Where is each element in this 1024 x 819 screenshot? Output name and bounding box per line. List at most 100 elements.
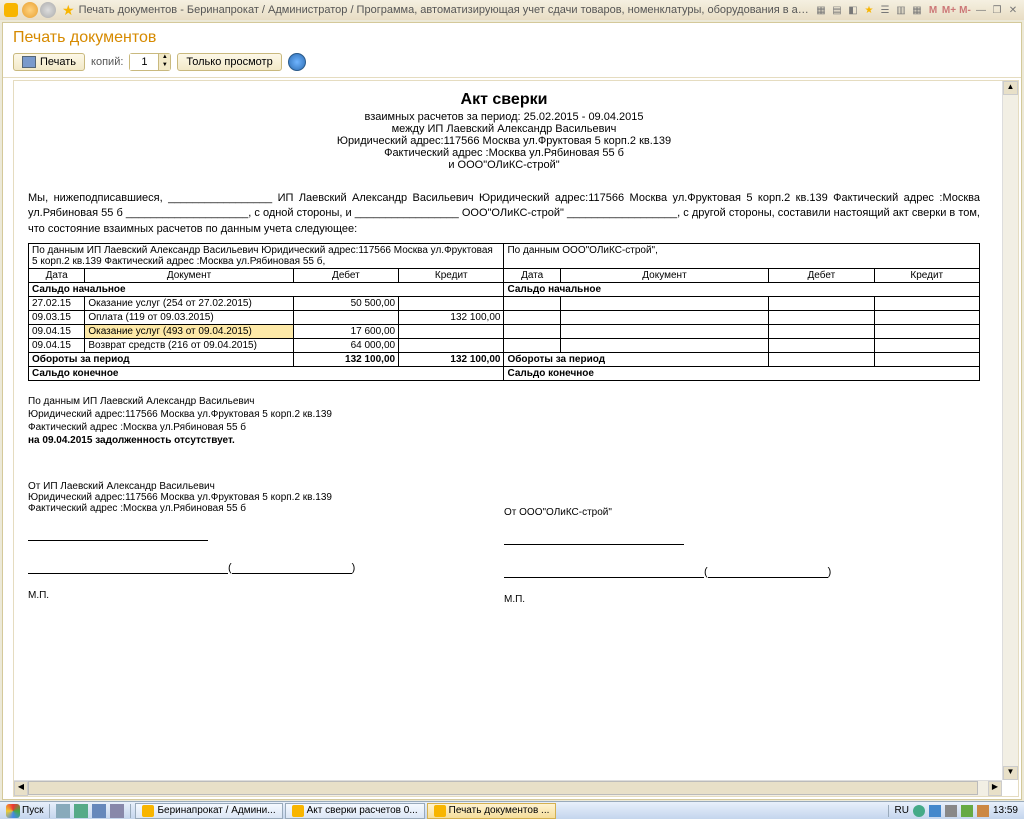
toolbar-icon[interactable]: ★ bbox=[862, 3, 876, 17]
print-button[interactable]: Печать bbox=[13, 53, 85, 71]
preamble-text: Мы, нижеподписавшиеся, _________________… bbox=[28, 191, 980, 237]
saldo-end-left: Сальдо конечное bbox=[29, 367, 504, 381]
scroll-thumb[interactable] bbox=[28, 781, 978, 795]
sig-from-right: От ООО"ОЛиКС-строй" bbox=[504, 507, 980, 518]
horizontal-scrollbar[interactable]: ◀ ▶ bbox=[14, 780, 1002, 796]
col-doc: Документ bbox=[560, 269, 768, 283]
footer-debt: на 09.04.2015 задолженность отсутствует. bbox=[28, 434, 980, 447]
document-viewport: Акт сверки взаимных расчетов за период: … bbox=[13, 80, 1019, 797]
clock[interactable]: 13:59 bbox=[993, 805, 1018, 816]
ql-icon[interactable] bbox=[110, 804, 124, 818]
col-doc: Документ bbox=[85, 269, 293, 283]
col-date: Дата bbox=[29, 269, 85, 283]
table-row[interactable]: 09.03.15Оплата (119 от 09.03.2015)132 10… bbox=[29, 311, 980, 325]
task-icon bbox=[434, 805, 446, 817]
scroll-right-button[interactable]: ▶ bbox=[988, 781, 1002, 796]
favorite-icon[interactable]: ★ bbox=[62, 2, 75, 19]
turnover-label: Обороты за период bbox=[29, 353, 294, 367]
m-button[interactable]: M bbox=[926, 3, 940, 17]
col-debit: Дебет bbox=[293, 269, 398, 283]
taskbar-tasks: Беринапрокат / Админи...Акт сверки расче… bbox=[131, 803, 887, 819]
toolbar-icon[interactable]: ◧ bbox=[846, 3, 860, 17]
scroll-left-button[interactable]: ◀ bbox=[14, 781, 28, 796]
saldo-start-right: Сальдо начальное bbox=[504, 283, 980, 297]
language-indicator[interactable]: RU bbox=[895, 805, 909, 816]
windows-icon bbox=[6, 804, 20, 818]
ql-icon[interactable] bbox=[74, 804, 88, 818]
stamp-label: М.П. bbox=[28, 590, 504, 601]
saldo-end-right: Сальдо конечное bbox=[504, 367, 980, 381]
col-debit: Дебет bbox=[769, 269, 874, 283]
col-credit: Кредит bbox=[399, 269, 504, 283]
doc-line: Фактический адрес :Москва ул.Рябиновая 5… bbox=[28, 147, 980, 159]
copies-label: копий: bbox=[91, 56, 123, 68]
ql-icon[interactable] bbox=[92, 804, 106, 818]
scroll-up-button[interactable]: ▲ bbox=[1003, 81, 1018, 95]
toolbar-icon[interactable]: ▤ bbox=[830, 3, 844, 17]
preview-label: Только просмотр bbox=[186, 56, 272, 68]
col-credit: Кредит bbox=[874, 269, 979, 283]
preview-only-button[interactable]: Только просмотр bbox=[177, 53, 281, 71]
table-left-header: По данным ИП Лаевский Александр Васильев… bbox=[29, 244, 504, 269]
signature-row: От ИП Лаевский Александр Васильевич Юрид… bbox=[28, 467, 980, 605]
table-row[interactable]: 09.04.15Оказание услуг (493 от 09.04.201… bbox=[29, 325, 980, 339]
maximize-button[interactable]: ❐ bbox=[990, 3, 1004, 17]
taskbar-task[interactable]: Беринапрокат / Админи... bbox=[135, 803, 282, 819]
vertical-scrollbar[interactable]: ▲ ▼ bbox=[1002, 81, 1018, 780]
spinner-down[interactable]: ▼ bbox=[158, 62, 170, 70]
footer-line: По данным ИП Лаевский Александр Васильев… bbox=[28, 395, 980, 408]
taskbar-task[interactable]: Печать документов ... bbox=[427, 803, 557, 819]
start-button[interactable]: Пуск bbox=[0, 804, 49, 818]
copies-input[interactable] bbox=[130, 54, 158, 70]
minimize-button[interactable]: — bbox=[974, 3, 988, 17]
stamp-label: М.П. bbox=[504, 594, 980, 605]
printer-icon bbox=[22, 56, 36, 68]
close-button[interactable]: ✕ bbox=[1006, 3, 1020, 17]
scroll-down-button[interactable]: ▼ bbox=[1003, 766, 1018, 780]
tray-icon[interactable] bbox=[913, 805, 925, 817]
table-right-header: По данным ООО"ОЛиКС-строй", bbox=[504, 244, 980, 269]
nav-back-button[interactable] bbox=[22, 2, 38, 18]
quick-launch bbox=[49, 804, 131, 818]
toolbar: Печать копий: ▲ ▼ Только просмотр bbox=[3, 49, 1021, 78]
footer-line: Фактический адрес :Москва ул.Рябиновая 5… bbox=[28, 421, 980, 434]
copies-spinner[interactable]: ▲ ▼ bbox=[129, 53, 171, 71]
toolbar-icon[interactable]: ▦ bbox=[910, 3, 924, 17]
signature-block: () bbox=[28, 562, 504, 574]
tray-icon[interactable] bbox=[929, 805, 941, 817]
signature-block: () bbox=[504, 566, 980, 578]
document-window: Печать документов Печать копий: ▲ ▼ Толь… bbox=[2, 22, 1022, 800]
task-icon bbox=[292, 805, 304, 817]
nav-forward-button[interactable] bbox=[40, 2, 56, 18]
window-title: Печать документов - Беринапрокат / Админ… bbox=[79, 4, 814, 16]
spinner-up[interactable]: ▲ bbox=[158, 54, 170, 62]
help-button[interactable] bbox=[288, 53, 306, 71]
doc-subtitle: взаимных расчетов за период: 25.02.2015 … bbox=[28, 111, 980, 123]
table-row[interactable]: 09.04.15Возврат средств (216 от 09.04.20… bbox=[29, 339, 980, 353]
turnover-credit: 132 100,00 bbox=[399, 353, 504, 367]
signature-line bbox=[504, 544, 684, 545]
toolbar-icon[interactable]: ▦ bbox=[814, 3, 828, 17]
taskbar-task[interactable]: Акт сверки расчетов 0... bbox=[285, 803, 425, 819]
toolbar-icon[interactable]: ☰ bbox=[878, 3, 892, 17]
sig-addr: Фактический адрес :Москва ул.Рябиновая 5… bbox=[28, 503, 504, 514]
table-row[interactable]: 27.02.15Оказание услуг (254 от 27.02.201… bbox=[29, 297, 980, 311]
footer-block: По данным ИП Лаевский Александр Васильев… bbox=[28, 395, 980, 447]
toolbar-icon[interactable]: ▥ bbox=[894, 3, 908, 17]
tray-icon[interactable] bbox=[961, 805, 973, 817]
sig-addr: Юридический адрес:117566 Москва ул.Фрукт… bbox=[28, 492, 504, 503]
ql-icon[interactable] bbox=[56, 804, 70, 818]
tray-icon[interactable] bbox=[945, 805, 957, 817]
col-date: Дата bbox=[504, 269, 560, 283]
doc-line: между ИП Лаевский Александр Васильевич bbox=[28, 123, 980, 135]
doc-line: Юридический адрес:117566 Москва ул.Фрукт… bbox=[28, 135, 980, 147]
task-icon bbox=[142, 805, 154, 817]
m-minus-button[interactable]: M- bbox=[958, 3, 972, 17]
turnover-label-r: Обороты за период bbox=[504, 353, 769, 367]
page-title: Печать документов bbox=[3, 23, 1021, 49]
m-plus-button[interactable]: M+ bbox=[942, 3, 956, 17]
tray-icon[interactable] bbox=[977, 805, 989, 817]
reconciliation-table: По данным ИП Лаевский Александр Васильев… bbox=[28, 243, 980, 381]
signature-line bbox=[28, 540, 208, 541]
footer-line: Юридический адрес:117566 Москва ул.Фрукт… bbox=[28, 408, 980, 421]
